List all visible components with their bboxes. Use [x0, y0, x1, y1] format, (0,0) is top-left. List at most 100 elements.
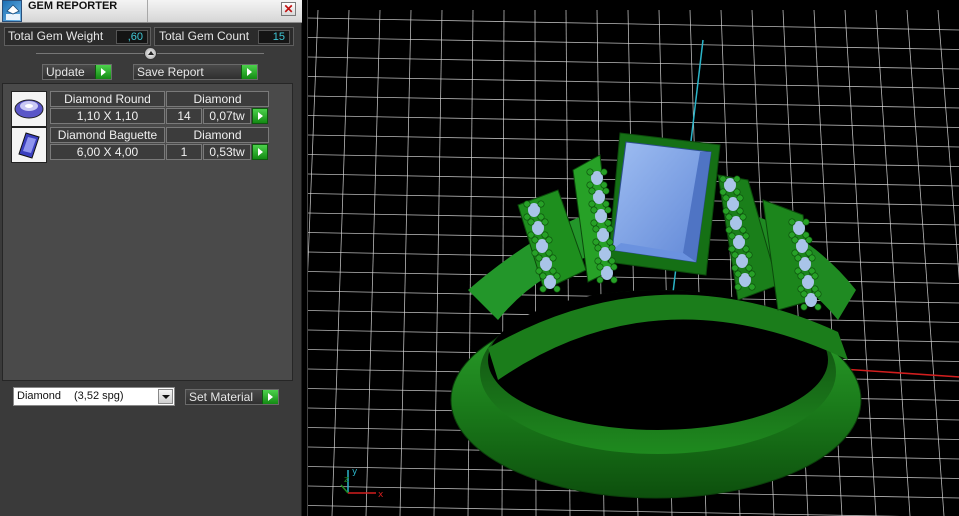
prong-bead	[600, 181, 608, 189]
gem-row-action-button[interactable]	[252, 108, 268, 124]
prong-bead	[814, 303, 822, 311]
gem-size: 6,00 X 4,00	[50, 144, 165, 160]
grid-line	[399, 9, 412, 516]
total-gem-count-label: Total Gem Count	[159, 29, 250, 43]
prong-bead	[523, 200, 531, 208]
material-density: (3,52 spg)	[74, 390, 124, 402]
grid-line	[308, 37, 959, 50]
window-title: GEM REPORTER	[28, 0, 118, 12]
prong-bead	[553, 285, 561, 293]
gem-list: Diamond Round Diamond 1,10 X 1,10 14 0,0…	[2, 83, 293, 381]
grid-line	[433, 9, 443, 516]
prong-bead	[586, 181, 594, 189]
prong-bead	[602, 187, 610, 195]
prong-bead	[588, 200, 596, 208]
grid-line	[365, 9, 381, 516]
prong-bead	[722, 207, 730, 215]
total-gem-weight-field: Total Gem Weight ,60	[4, 27, 151, 46]
grid-line	[308, 17, 959, 31]
prong-bead	[537, 200, 545, 208]
material-name: Diamond	[17, 390, 62, 402]
prong-bead	[592, 225, 600, 233]
prong-bead	[728, 232, 736, 240]
grid-line	[308, 115, 959, 128]
prong-bead	[553, 272, 561, 280]
save-report-button[interactable]: Save Report	[133, 64, 258, 80]
ring-model	[450, 132, 862, 499]
grid-line	[308, 76, 959, 89]
baguette-gem-icon	[11, 127, 47, 163]
round-gem-icon	[11, 91, 47, 127]
prong-bead	[739, 213, 747, 221]
prong-bead	[794, 254, 802, 262]
prong-bead	[541, 218, 549, 226]
grid-line	[308, 9, 319, 274]
prong-bead	[719, 188, 727, 196]
prong-bead	[722, 194, 730, 202]
prong-bead	[600, 168, 608, 176]
total-gem-weight-value: ,60	[116, 30, 148, 44]
panel-splitter-handle[interactable]	[144, 47, 157, 60]
prong-bead	[531, 236, 539, 244]
prong-bead	[814, 290, 822, 298]
prong-bead	[602, 200, 610, 208]
gem-name: Diamond Baguette	[50, 127, 165, 143]
grid-line	[937, 9, 959, 281]
prong-bead	[588, 187, 596, 195]
prong-bead	[734, 270, 742, 278]
gem-weight: 0,53tw	[203, 144, 251, 160]
prong-bead	[610, 263, 618, 271]
gem-name: Diamond Round	[50, 91, 165, 107]
total-gem-count-field: Total Gem Count 15	[154, 27, 294, 46]
prong-bead	[545, 236, 553, 244]
prong-bead	[728, 245, 736, 253]
prong-bead	[725, 213, 733, 221]
grid-line	[308, 56, 959, 70]
prong-bead	[731, 264, 739, 272]
prong-bead	[590, 219, 598, 227]
gizmo-x-label: x	[378, 490, 384, 500]
prong-bead	[739, 226, 747, 234]
prong-bead	[736, 194, 744, 202]
material-dropdown[interactable]: Diamond (3,52 spg)	[13, 387, 175, 406]
prong-bead	[606, 225, 614, 233]
prong-bead	[811, 272, 819, 280]
total-gem-count-value: 15	[258, 30, 290, 44]
prong-bead	[733, 175, 741, 183]
close-button[interactable]: ✕	[281, 2, 296, 16]
prong-bead	[535, 254, 543, 262]
update-button[interactable]: Update	[42, 64, 112, 80]
update-label: Update	[46, 65, 85, 79]
prong-bead	[725, 226, 733, 234]
prong-bead	[596, 263, 604, 271]
play-arrow-icon	[262, 390, 278, 404]
prong-bead	[745, 264, 753, 272]
gem-count: 14	[166, 108, 202, 124]
gem-material: Diamond	[166, 91, 269, 107]
prong-bead	[606, 238, 614, 246]
gem-count: 1	[166, 144, 202, 160]
grid-line	[308, 95, 959, 109]
set-material-button[interactable]: Set Material	[185, 389, 279, 405]
gem-material: Diamond	[166, 127, 269, 143]
chevron-down-icon	[158, 389, 173, 404]
grid-line	[331, 9, 350, 516]
orientation-gizmo: y x z	[340, 467, 384, 500]
prong-bead	[800, 290, 808, 298]
gem-row[interactable]: Diamond Baguette Diamond 6,00 X 4,00 1 0…	[11, 127, 269, 163]
prong-bead	[791, 236, 799, 244]
prong-bead	[594, 244, 602, 252]
prong-bead	[590, 206, 598, 214]
gem-weight: 0,07tw	[203, 108, 251, 124]
gizmo-z-label: z	[344, 475, 349, 485]
prong-bead	[742, 245, 750, 253]
prong-bead	[586, 168, 594, 176]
gem-row[interactable]: Diamond Round Diamond 1,10 X 1,10 14 0,0…	[11, 91, 269, 127]
3d-viewport[interactable]: y x z	[307, 0, 959, 516]
gem-row-action-button[interactable]	[252, 144, 268, 160]
play-arrow-icon	[95, 65, 111, 79]
prong-bead	[742, 232, 750, 240]
grid-line	[308, 505, 901, 516]
prong-bead	[539, 285, 547, 293]
gizmo-y-label: y	[352, 467, 358, 477]
